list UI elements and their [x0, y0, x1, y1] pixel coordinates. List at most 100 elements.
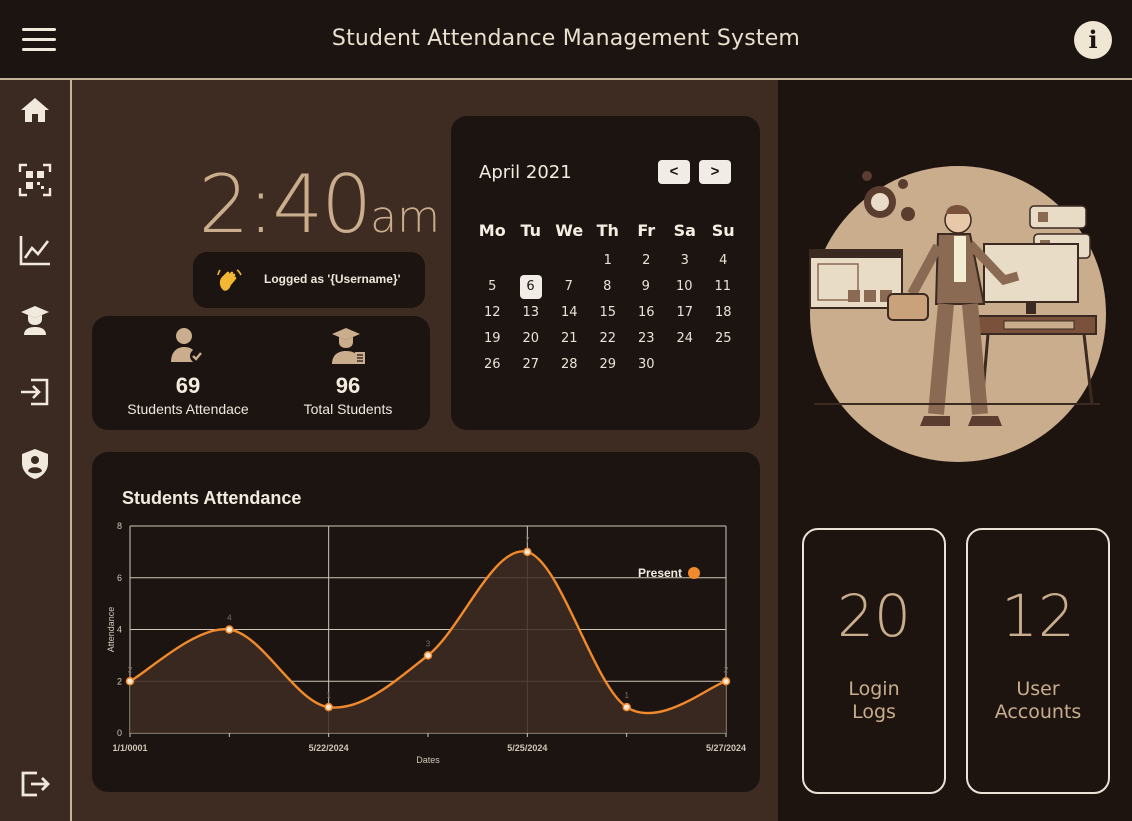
calendar-day[interactable]: 13	[512, 300, 551, 326]
calendar-day[interactable]: 20	[512, 326, 551, 352]
calendar-day[interactable]: 28	[550, 352, 589, 378]
y-tick-label: 4	[117, 625, 122, 635]
calendar-day[interactable]: 11	[704, 274, 743, 300]
y-tick-label: 0	[117, 728, 122, 738]
calendar-day[interactable]: 17	[666, 300, 705, 326]
data-label: 2	[128, 665, 133, 674]
calendar-day[interactable]: 16	[627, 300, 666, 326]
calendar-day[interactable]: 26	[473, 352, 512, 378]
illustration-image	[809, 166, 1106, 462]
calendar-week-row: 5 6 7 8 9 10 11	[473, 274, 743, 300]
calendar-day[interactable]: 18	[704, 300, 743, 326]
data-point	[225, 625, 234, 634]
calendar-day[interactable]: 14	[550, 300, 589, 326]
chart-card: Students Attendance 0 2 4 6 8 1/1/0001 5/22/20…	[92, 452, 760, 792]
x-tick-label: 5/22/2024	[309, 743, 349, 753]
data-label: 1	[624, 691, 629, 700]
calendar-empty-cell	[512, 248, 551, 274]
info-icon[interactable]: i	[1074, 21, 1112, 59]
y-axis-title: Attendance	[106, 607, 116, 653]
logged-user-badge: Logged as '{Username}'	[193, 252, 425, 308]
calendar-day[interactable]: 25	[704, 326, 743, 352]
calendar-grid: Mo Tu We Th Fr Sa Su 1 2 3 4 5 6 7 8 9 10 11 12 13 14 15 16 17 1…	[473, 218, 743, 378]
calendar-day[interactable]: 22	[589, 326, 628, 352]
x-tick-label: 1/1/0001	[112, 743, 147, 753]
calendar-empty-cell	[473, 248, 512, 274]
graduate-icon[interactable]	[17, 302, 53, 338]
sign-in-icon[interactable]	[17, 374, 53, 410]
calendar-empty-cell	[704, 352, 743, 378]
calendar-day[interactable]: 3	[666, 248, 705, 274]
data-label: 7	[525, 536, 530, 545]
calendar-weekday: We	[555, 221, 584, 240]
calendar-weekday: Th	[596, 221, 619, 240]
calendar-day[interactable]: 10	[665, 274, 704, 300]
calendar-weekday: Mo	[478, 221, 506, 240]
calendar-week-row: 19 20 21 22 23 24 25	[473, 326, 743, 352]
calendar-day[interactable]: 30	[627, 352, 666, 378]
calendar-day[interactable]: 27	[512, 352, 551, 378]
top-bar: Student Attendance Management System i	[0, 0, 1132, 80]
calendar-day[interactable]: 29	[589, 352, 628, 378]
calendar-empty-cell	[550, 248, 589, 274]
calendar-day[interactable]: 24	[666, 326, 705, 352]
calendar-weekday: Sa	[673, 221, 696, 240]
calendar-day[interactable]: 8	[588, 274, 627, 300]
y-tick-label: 6	[117, 573, 122, 583]
app-title: Student Attendance Management System	[331, 26, 801, 51]
right-panel: 20 Login Logs 12 User Accounts	[778, 80, 1132, 821]
clock: 2:40am	[180, 158, 440, 251]
student-icon	[332, 328, 365, 364]
calendar-day[interactable]: 9	[627, 274, 666, 300]
attendance-count: 69	[175, 373, 201, 398]
data-point	[125, 677, 135, 686]
login-logs-card[interactable]: 20 Login Logs	[802, 528, 946, 794]
sidebar	[0, 80, 72, 821]
data-point	[423, 651, 433, 660]
calendar-day[interactable]: 7	[550, 274, 589, 300]
logout-icon[interactable]	[17, 766, 53, 802]
data-label: 4	[227, 614, 232, 623]
clock-time: 2:40	[198, 158, 373, 251]
calendar-day[interactable]: 5	[473, 274, 512, 300]
home-icon[interactable]	[17, 92, 53, 128]
main-panel: 2:40am Logged as '{Username}' 69 Student…	[72, 80, 778, 821]
calendar-weekday-row: Mo Tu We Th Fr Sa Su	[473, 218, 743, 248]
calendar-day[interactable]: 19	[473, 326, 512, 352]
calendar-empty-cell	[666, 352, 705, 378]
x-tick-label: 5/25/2024	[507, 743, 547, 753]
stat-attendance: 69 Students Attendace	[108, 326, 268, 417]
calendar-day[interactable]: 23	[627, 326, 666, 352]
stat-total: 96 Total Students	[268, 326, 428, 417]
calendar-day[interactable]: 12	[473, 300, 512, 326]
calendar-day[interactable]: 4	[704, 248, 743, 274]
chart-icon[interactable]	[17, 232, 53, 268]
calendar-next-button[interactable]: >	[699, 160, 731, 184]
y-tick-label: 2	[117, 676, 122, 686]
calendar-day[interactable]: 21	[550, 326, 589, 352]
calendar-prev-button[interactable]: <	[658, 160, 690, 184]
qr-code-icon[interactable]	[17, 162, 53, 198]
login-logs-label: Login Logs	[848, 678, 900, 723]
user-accounts-card[interactable]: 12 User Accounts	[966, 528, 1110, 794]
data-point	[622, 702, 631, 712]
calendar-weekday: Su	[711, 221, 735, 240]
data-label: 1	[326, 691, 331, 700]
shield-user-icon[interactable]	[17, 446, 53, 482]
calendar-week-row: 26 27 28 29 30	[473, 352, 743, 378]
calendar-day[interactable]: 1	[589, 248, 628, 274]
x-tick-label: 5/27/2024	[706, 743, 746, 753]
login-logs-count: 20	[837, 582, 911, 650]
calendar-day[interactable]: 2	[627, 248, 666, 274]
calendar-day[interactable]: 6	[519, 275, 542, 299]
user-accounts-label: User Accounts	[994, 678, 1082, 723]
data-point	[324, 702, 333, 712]
y-tick-label: 8	[117, 521, 122, 531]
calendar-weekday: Fr	[637, 221, 656, 240]
logged-as-text: Logged as '{Username}'	[264, 272, 401, 286]
stats-card: 69 Students Attendace 96 Total Students	[92, 316, 430, 430]
user-accounts-count: 12	[1001, 582, 1075, 650]
calendar-day[interactable]: 15	[589, 300, 628, 326]
calendar-month-title: April 2021	[479, 162, 572, 183]
x-axis-title: Dates	[416, 755, 440, 765]
